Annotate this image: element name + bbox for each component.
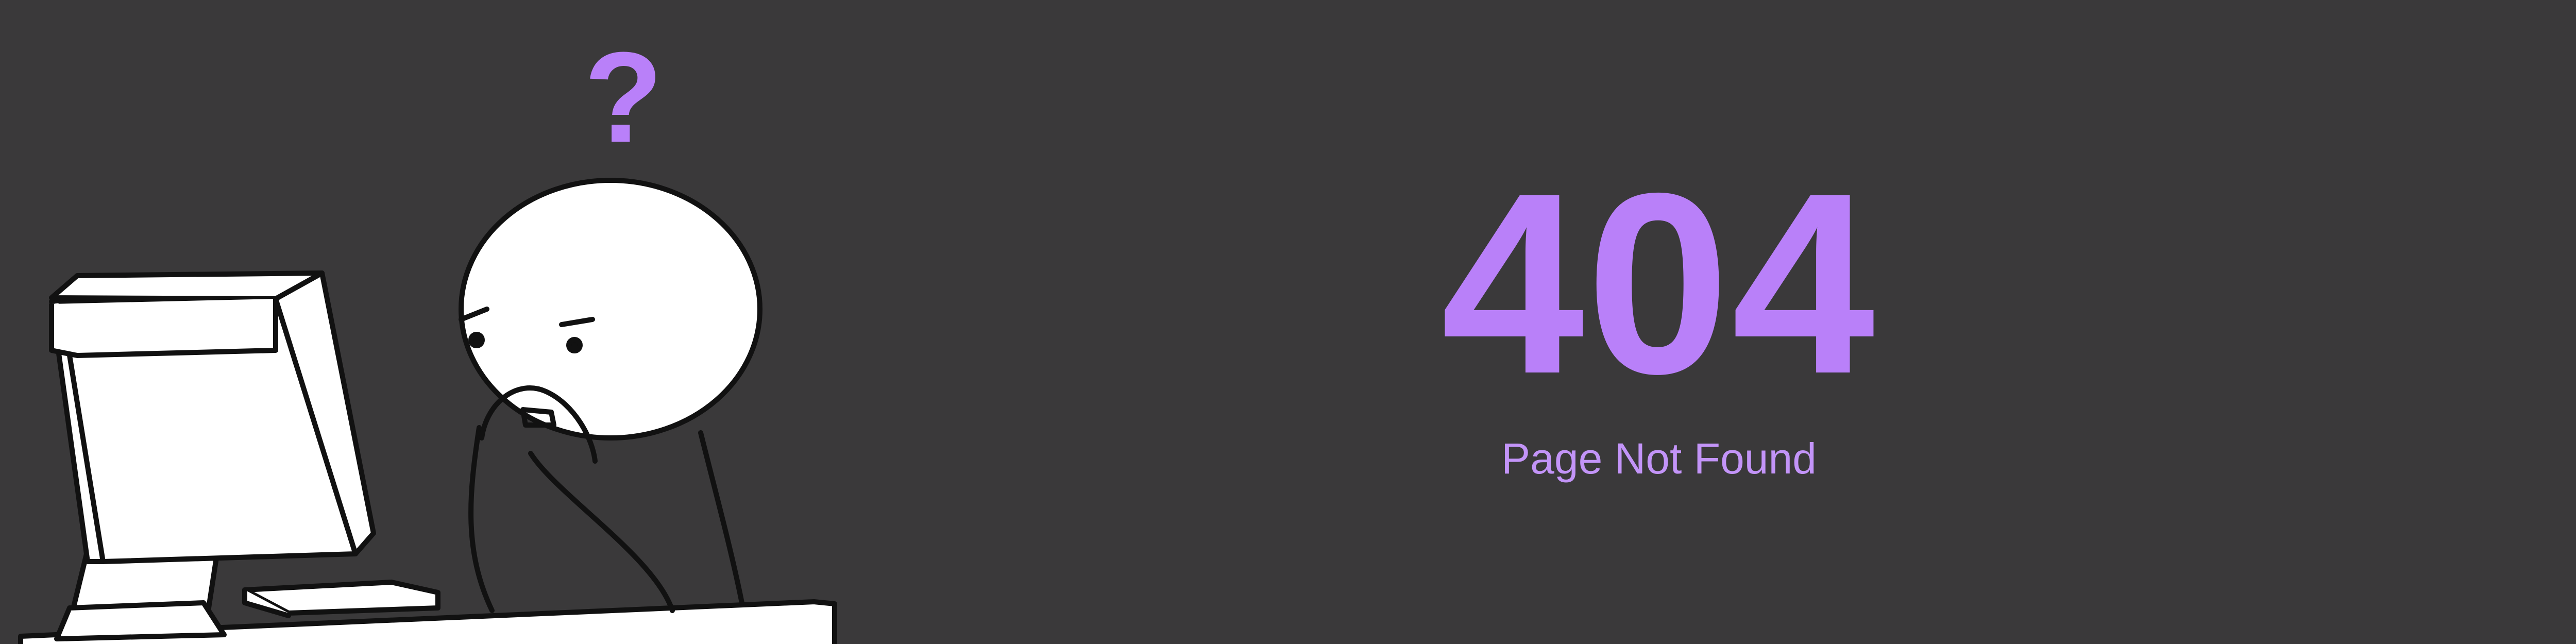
- error-block: 404 Page Not Found: [1319, 139, 1999, 484]
- not-found-page: ? 404 Page Not Found: [0, 0, 2576, 644]
- person-head: [459, 178, 762, 440]
- keyboard: [242, 580, 440, 618]
- person-body: [468, 425, 744, 613]
- monitor-top-edge: [49, 299, 278, 358]
- person-eye-left: [468, 332, 485, 348]
- person-eye-right: [566, 337, 583, 353]
- monitor-base: [54, 600, 227, 641]
- confused-person-at-computer-illustration: ?: [18, 25, 837, 644]
- error-code: 404: [1440, 139, 1877, 427]
- question-mark-icon: ?: [584, 25, 663, 169]
- monitor-top: [49, 270, 325, 301]
- person: [459, 178, 762, 613]
- error-message: Page Not Found: [1501, 434, 1817, 483]
